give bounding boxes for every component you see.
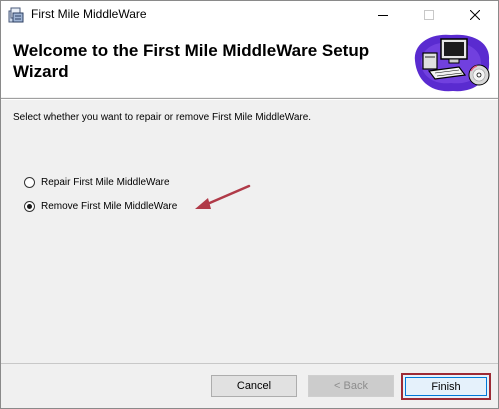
remove-option-label[interactable]: Remove First Mile MiddleWare <box>41 201 177 212</box>
repair-option-label[interactable]: Repair First Mile MiddleWare <box>41 177 170 188</box>
setup-wizard-window: First Mile MiddleWare Welcome to the Fir… <box>0 0 499 409</box>
cancel-button[interactable]: Cancel <box>211 375 297 397</box>
repair-radio[interactable] <box>24 176 35 188</box>
footer-separator <box>1 363 498 364</box>
close-button[interactable] <box>452 1 498 29</box>
window-title: First Mile MiddleWare <box>31 7 147 21</box>
back-button: < Back <box>308 375 394 397</box>
repair-option[interactable]: Repair First Mile MiddleWare <box>24 174 170 190</box>
red-arrow-icon <box>195 184 251 209</box>
maximize-button[interactable] <box>406 1 452 29</box>
finish-button[interactable]: Finish <box>401 373 491 400</box>
finish-button-label[interactable]: Finish <box>405 377 487 396</box>
banner-title: Welcome to the First Mile MiddleWare Set… <box>13 41 370 81</box>
remove-radio[interactable] <box>24 200 35 212</box>
maximize-icon <box>424 10 434 20</box>
close-icon <box>470 10 480 20</box>
wizard-banner: Welcome to the First Mile MiddleWare Set… <box>1 29 498 97</box>
remove-option[interactable]: Remove First Mile MiddleWare <box>24 198 177 214</box>
installer-package-icon <box>8 7 24 23</box>
minimize-icon <box>378 15 388 16</box>
minimize-button[interactable] <box>360 1 406 29</box>
title-bar[interactable]: First Mile MiddleWare <box>1 1 498 29</box>
computer-setup-illustration <box>414 34 490 92</box>
instruction-text: Select whether you want to repair or rem… <box>13 112 312 123</box>
banner-separator-highlight <box>1 99 498 100</box>
